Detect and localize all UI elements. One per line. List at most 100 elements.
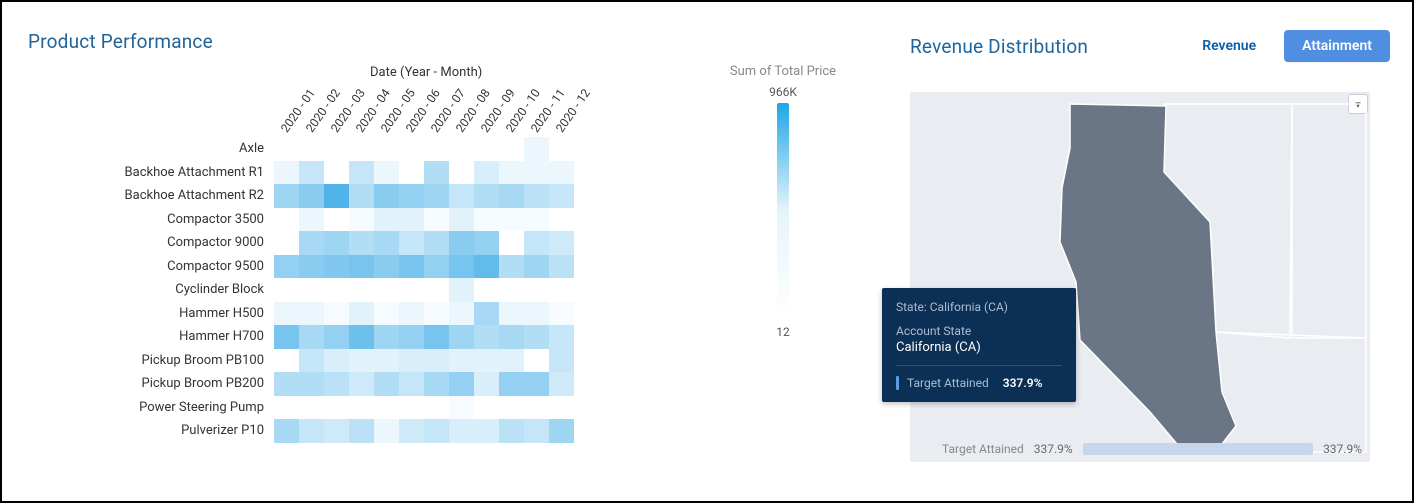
heatmap-cell[interactable] xyxy=(449,396,474,420)
heatmap-cell[interactable] xyxy=(399,208,424,232)
heatmap-cell[interactable] xyxy=(299,325,324,349)
heatmap-cell[interactable] xyxy=(474,349,499,373)
heatmap-cell[interactable] xyxy=(324,161,349,185)
heatmap-cell[interactable] xyxy=(399,278,424,302)
heatmap-cell[interactable] xyxy=(324,137,349,161)
heatmap-cell[interactable] xyxy=(299,372,324,396)
heatmap-cell[interactable] xyxy=(399,137,424,161)
heatmap-cell[interactable] xyxy=(474,184,499,208)
heatmap-cell[interactable] xyxy=(274,255,299,279)
heatmap-cell[interactable] xyxy=(499,278,524,302)
heatmap-cell[interactable] xyxy=(474,325,499,349)
heatmap-cell[interactable] xyxy=(274,372,299,396)
heatmap-cell[interactable] xyxy=(324,255,349,279)
heatmap-cell[interactable] xyxy=(449,255,474,279)
heatmap-cell[interactable] xyxy=(424,396,449,420)
heatmap-cell[interactable] xyxy=(499,349,524,373)
heatmap-cell[interactable] xyxy=(299,231,324,255)
map[interactable]: ▾ State: California (CA) Account State C… xyxy=(910,92,1370,462)
heatmap-cell[interactable] xyxy=(299,302,324,326)
heatmap-cell[interactable] xyxy=(374,419,399,443)
heatmap-cell[interactable] xyxy=(424,325,449,349)
heatmap-cell[interactable] xyxy=(549,419,574,443)
heatmap-cell[interactable] xyxy=(449,349,474,373)
heatmap-cell[interactable] xyxy=(474,419,499,443)
heatmap-cell[interactable] xyxy=(399,325,424,349)
heatmap-cell[interactable] xyxy=(274,325,299,349)
heatmap-cell[interactable] xyxy=(474,161,499,185)
heatmap-cell[interactable] xyxy=(374,255,399,279)
heatmap-cell[interactable] xyxy=(474,231,499,255)
heatmap-cell[interactable] xyxy=(499,325,524,349)
heatmap-cell[interactable] xyxy=(349,302,374,326)
heatmap-cell[interactable] xyxy=(349,231,374,255)
heatmap-cell[interactable] xyxy=(424,208,449,232)
heatmap-cell[interactable] xyxy=(474,208,499,232)
heatmap-cell[interactable] xyxy=(549,396,574,420)
heatmap-cell[interactable] xyxy=(374,278,399,302)
heatmap-cell[interactable] xyxy=(274,349,299,373)
heatmap-cell[interactable] xyxy=(524,208,549,232)
heatmap-cell[interactable] xyxy=(499,396,524,420)
heatmap-cell[interactable] xyxy=(449,372,474,396)
heatmap-cell[interactable] xyxy=(349,161,374,185)
heatmap-cell[interactable] xyxy=(524,349,549,373)
toggle-attainment-button[interactable]: Attainment xyxy=(1284,30,1390,62)
heatmap-cell[interactable] xyxy=(374,372,399,396)
heatmap-cell[interactable] xyxy=(549,278,574,302)
heatmap-cell[interactable] xyxy=(549,161,574,185)
heatmap-cell[interactable] xyxy=(499,302,524,326)
heatmap-cell[interactable] xyxy=(424,372,449,396)
heatmap-cell[interactable] xyxy=(424,255,449,279)
heatmap-cell[interactable] xyxy=(549,302,574,326)
heatmap-cell[interactable] xyxy=(299,184,324,208)
heatmap-cell[interactable] xyxy=(274,184,299,208)
heatmap-cell[interactable] xyxy=(524,255,549,279)
heatmap-cell[interactable] xyxy=(449,302,474,326)
heatmap-cell[interactable] xyxy=(374,396,399,420)
heatmap-cell[interactable] xyxy=(449,208,474,232)
heatmap-cell[interactable] xyxy=(549,184,574,208)
heatmap-cell[interactable] xyxy=(299,396,324,420)
heatmap-cell[interactable] xyxy=(399,372,424,396)
heatmap-cell[interactable] xyxy=(524,396,549,420)
heatmap-cell[interactable] xyxy=(374,231,399,255)
heatmap-cell[interactable] xyxy=(474,278,499,302)
heatmap-cell[interactable] xyxy=(449,231,474,255)
heatmap-cell[interactable] xyxy=(374,349,399,373)
heatmap-cell[interactable] xyxy=(324,372,349,396)
heatmap-cell[interactable] xyxy=(524,302,549,326)
heatmap-cell[interactable] xyxy=(499,184,524,208)
heatmap-cell[interactable] xyxy=(299,349,324,373)
heatmap-cell[interactable] xyxy=(349,419,374,443)
heatmap-cell[interactable] xyxy=(424,419,449,443)
heatmap-cell[interactable] xyxy=(474,137,499,161)
heatmap-cell[interactable] xyxy=(549,231,574,255)
heatmap-cell[interactable] xyxy=(274,208,299,232)
heatmap-cell[interactable] xyxy=(424,161,449,185)
heatmap-cell[interactable] xyxy=(399,419,424,443)
heatmap-cell[interactable] xyxy=(374,137,399,161)
heatmap-cell[interactable] xyxy=(449,325,474,349)
heatmap-cell[interactable] xyxy=(374,302,399,326)
heatmap-cell[interactable] xyxy=(399,161,424,185)
heatmap-cell[interactable] xyxy=(424,231,449,255)
heatmap-cell[interactable] xyxy=(349,325,374,349)
heatmap-cell[interactable] xyxy=(474,302,499,326)
heatmap-cell[interactable] xyxy=(449,161,474,185)
heatmap-cell[interactable] xyxy=(274,137,299,161)
heatmap-cell[interactable] xyxy=(549,208,574,232)
heatmap-cell[interactable] xyxy=(449,419,474,443)
heatmap-cell[interactable] xyxy=(499,161,524,185)
heatmap-cell[interactable] xyxy=(324,419,349,443)
heatmap-cell[interactable] xyxy=(424,349,449,373)
heatmap-cell[interactable] xyxy=(474,372,499,396)
heatmap-cell[interactable] xyxy=(449,184,474,208)
heatmap-cell[interactable] xyxy=(324,278,349,302)
heatmap-cell[interactable] xyxy=(274,396,299,420)
toggle-revenue-button[interactable]: Revenue xyxy=(1184,30,1274,62)
heatmap-cell[interactable] xyxy=(399,349,424,373)
heatmap-cell[interactable] xyxy=(524,419,549,443)
heatmap-cell[interactable] xyxy=(274,419,299,443)
heatmap-cell[interactable] xyxy=(349,278,374,302)
